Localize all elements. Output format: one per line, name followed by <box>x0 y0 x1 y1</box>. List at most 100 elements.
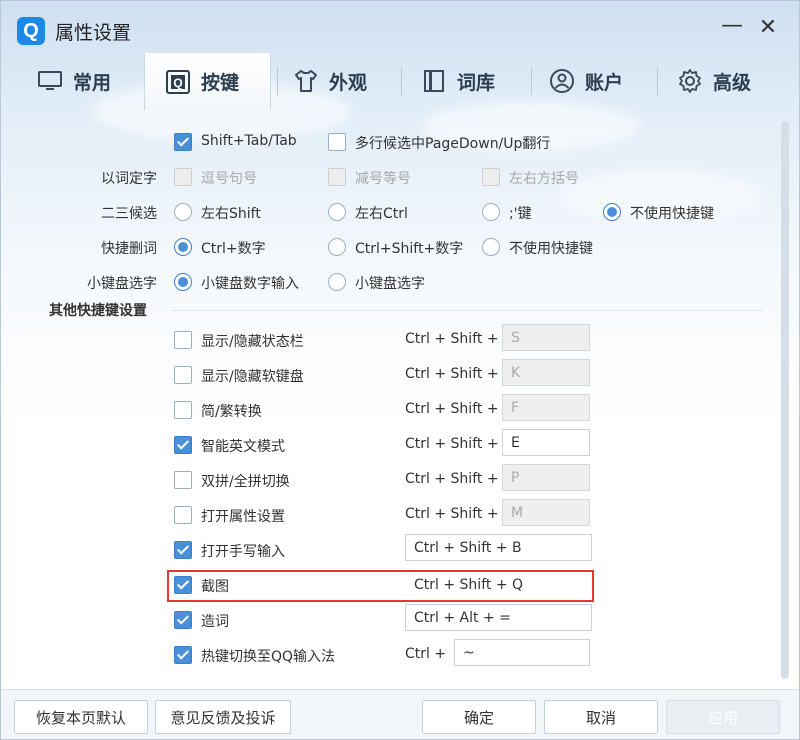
title-bar: Q 属性设置 — ✕ <box>1 1 799 53</box>
toggle-statusbar-checkbox[interactable] <box>174 331 192 349</box>
softkeyboard-key-field[interactable]: K <box>502 359 590 386</box>
cancel-button[interactable]: 取消 <box>544 700 658 734</box>
ersan-candidate-label: 二三候选 <box>101 206 157 222</box>
close-button[interactable]: ✕ <box>755 15 781 41</box>
tab-divider <box>401 67 402 95</box>
tab-divider <box>277 67 278 95</box>
book-icon <box>424 70 444 92</box>
monitor-icon <box>38 71 62 90</box>
qq-logo-icon: Q <box>17 17 45 45</box>
tab-account[interactable]: 账户 <box>549 53 623 109</box>
tab-divider <box>657 67 658 95</box>
create-word-label: 造词 <box>201 614 229 630</box>
ok-button[interactable]: 确定 <box>422 700 536 734</box>
open-settings-label: 打开属性设置 <box>201 509 285 525</box>
toggle-softkeyboard-checkbox[interactable] <box>174 366 192 384</box>
multiline-pagedown-label: 多行候选中PageDown/Up翻行 <box>355 136 551 152</box>
shortcut-prefix: Ctrl + <box>405 646 447 662</box>
shuangpin-switch-checkbox[interactable] <box>174 471 192 489</box>
brackets-label: 左右方括号 <box>509 171 579 187</box>
keyboard-q-icon: Q <box>166 69 190 94</box>
tab-general[interactable]: 常用 <box>37 53 111 109</box>
shift-tab-checkbox[interactable] <box>174 133 192 151</box>
tab-appearance[interactable]: 外观 <box>293 53 367 109</box>
ersan-ctrl-label: 左右Ctrl <box>355 206 408 222</box>
ersan-none-radio[interactable] <box>603 203 621 221</box>
ersan-semicolon-radio[interactable] <box>482 203 500 221</box>
create-word-checkbox[interactable] <box>174 611 192 629</box>
quick-delete-label: 快捷删词 <box>101 241 157 257</box>
delete-ctrl-number-radio[interactable] <box>174 238 192 256</box>
multiline-pagedown-checkbox[interactable] <box>328 133 346 151</box>
feedback-button[interactable]: 意见反馈及投诉 <box>155 700 291 734</box>
section-divider <box>171 310 763 311</box>
simp-trad-checkbox[interactable] <box>174 401 192 419</box>
numpad-input-radio[interactable] <box>174 273 192 291</box>
minus-equal-label: 减号等号 <box>355 171 411 187</box>
svg-text:Q: Q <box>173 76 182 90</box>
vertical-scrollbar[interactable] <box>781 121 789 679</box>
yici-dingzi-label: 以词定字 <box>101 171 157 187</box>
minus-equal-checkbox[interactable] <box>328 168 346 186</box>
tab-divider <box>531 67 532 95</box>
footer-bar: 恢复本页默认 意见反馈及投诉 确定 取消 应用 <box>1 689 799 739</box>
smart-english-key-field[interactable]: E <box>502 429 590 456</box>
minimize-button[interactable]: — <box>719 15 745 41</box>
tab-label: 词库 <box>457 71 496 94</box>
ersan-none-label: 不使用快捷键 <box>630 206 714 222</box>
hotkey-switch-qq-key-field[interactable]: ~ <box>454 639 590 666</box>
shortcut-prefix: Ctrl + Shift + <box>405 506 499 522</box>
open-settings-checkbox[interactable] <box>174 506 192 524</box>
tab-advanced[interactable]: 高级 <box>677 53 751 109</box>
ersan-semicolon-label: ;'键 <box>509 206 532 222</box>
shortcut-prefix: Ctrl + Shift + <box>405 401 499 417</box>
numpad-input-label: 小键盘数字输入 <box>201 276 299 292</box>
delete-ctrl-number-label: Ctrl+数字 <box>201 241 266 257</box>
highlight-box <box>167 570 594 602</box>
keys-settings-panel: Shift+Tab/Tab 多行候选中PageDown/Up翻行 以词定字 逗号… <box>1 110 799 688</box>
delete-ctrl-shift-number-radio[interactable] <box>328 238 346 256</box>
smart-english-checkbox[interactable] <box>174 436 192 454</box>
tab-bar: 常用 Q 按键 外观 词库 账户 高级 <box>1 53 799 110</box>
ersan-shift-radio[interactable] <box>174 203 192 221</box>
simp-trad-label: 简/繁转换 <box>201 404 262 420</box>
ersan-ctrl-radio[interactable] <box>328 203 346 221</box>
toggle-softkeyboard-label: 显示/隐藏软键盘 <box>201 369 304 385</box>
gear-icon <box>679 69 701 93</box>
delete-none-label: 不使用快捷键 <box>509 241 593 257</box>
shortcut-prefix: Ctrl + Shift + <box>405 436 499 452</box>
tab-dictionary[interactable]: 词库 <box>421 53 495 109</box>
comma-period-label: 逗号句号 <box>201 171 257 187</box>
shortcut-prefix: Ctrl + Shift + <box>405 471 499 487</box>
shuangpin-switch-label: 双拼/全拼切换 <box>201 474 290 490</box>
handwriting-key-field[interactable]: Ctrl + Shift + B <box>405 534 592 561</box>
tab-label: 常用 <box>73 71 112 94</box>
apply-button[interactable]: 应用 <box>666 700 780 734</box>
other-shortcuts-title: 其他快捷键设置 <box>49 303 147 319</box>
shift-tab-label: Shift+Tab/Tab <box>201 133 297 149</box>
tab-keys[interactable]: Q 按键 <box>144 53 271 110</box>
restore-defaults-button[interactable]: 恢复本页默认 <box>14 700 148 734</box>
handwriting-label: 打开手写输入 <box>201 544 285 560</box>
comma-period-checkbox[interactable] <box>174 168 192 186</box>
numpad-select-radio[interactable] <box>328 273 346 291</box>
create-word-key-field[interactable]: Ctrl + Alt + = <box>405 604 592 631</box>
tab-label: 按键 <box>201 72 240 94</box>
numpad-select-label: 小键盘选字 <box>87 276 157 292</box>
tab-label: 账户 <box>585 71 624 94</box>
brackets-checkbox[interactable] <box>482 168 500 186</box>
shuangpin-key-field[interactable]: P <box>502 464 590 491</box>
user-icon <box>550 69 574 93</box>
hotkey-switch-qq-checkbox[interactable] <box>174 646 192 664</box>
simp-trad-key-field[interactable]: F <box>502 394 590 421</box>
shortcut-prefix: Ctrl + Shift + <box>405 331 499 347</box>
tab-label: 高级 <box>713 71 752 94</box>
ersan-shift-label: 左右Shift <box>201 206 261 222</box>
delete-none-radio[interactable] <box>482 238 500 256</box>
shortcut-prefix: Ctrl + Shift + <box>405 366 499 382</box>
statusbar-key-field[interactable]: S <box>502 324 590 351</box>
open-settings-key-field[interactable]: M <box>502 499 590 526</box>
toggle-statusbar-label: 显示/隐藏状态栏 <box>201 334 304 350</box>
tshirt-icon <box>295 70 317 92</box>
handwriting-checkbox[interactable] <box>174 541 192 559</box>
